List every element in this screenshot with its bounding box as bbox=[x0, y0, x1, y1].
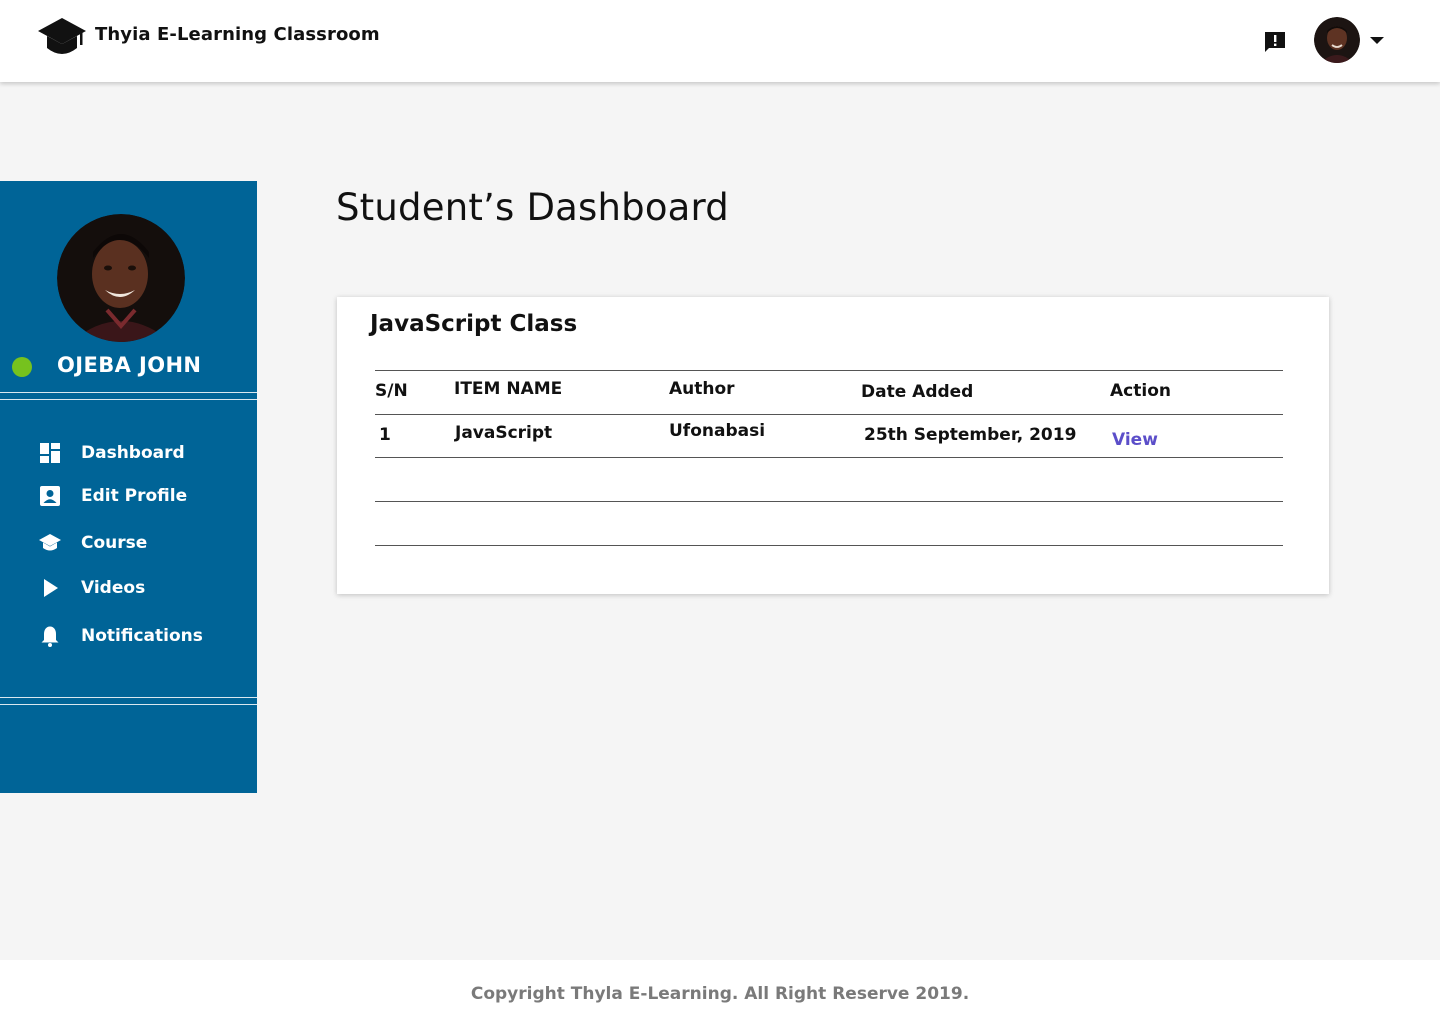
sidebar-item-videos[interactable]: Videos bbox=[38, 576, 145, 600]
cell-author: Ufonabasi bbox=[669, 421, 766, 441]
play-icon bbox=[44, 579, 58, 597]
sidebar-item-dashboard[interactable]: Dashboard bbox=[38, 441, 185, 465]
sidebar-divider bbox=[0, 399, 257, 400]
sidebar: OJEBA JOHN Dashboard Edit Profile Course… bbox=[0, 181, 257, 793]
bell-icon bbox=[41, 626, 59, 647]
user-avatar[interactable] bbox=[1314, 17, 1360, 63]
brand[interactable]: Thyia E-Learning Classroom bbox=[36, 16, 380, 60]
sidebar-item-notifications[interactable]: Notifications bbox=[38, 624, 203, 648]
sidebar-item-course[interactable]: Course bbox=[38, 531, 147, 555]
chevron-down-icon[interactable] bbox=[1368, 34, 1386, 46]
sidebar-divider bbox=[0, 392, 257, 393]
table-divider bbox=[375, 457, 1283, 458]
online-status-indicator bbox=[12, 357, 32, 377]
card-title: JavaScript Class bbox=[370, 311, 578, 337]
brand-title: Thyia E-Learning Classroom bbox=[95, 23, 380, 45]
avatar-photo bbox=[1314, 17, 1360, 63]
profile-card-icon bbox=[40, 486, 60, 506]
cell-item-name: JavaScript bbox=[455, 423, 553, 443]
cell-sn: 1 bbox=[379, 425, 391, 445]
profile-photo bbox=[57, 214, 185, 342]
sidebar-item-label: Dashboard bbox=[81, 443, 185, 463]
sidebar-divider bbox=[0, 697, 257, 698]
sidebar-item-label: Videos bbox=[81, 578, 146, 598]
top-header: Thyia E-Learning Classroom bbox=[0, 0, 1440, 82]
sidebar-item-label: Notifications bbox=[81, 626, 203, 646]
feedback-icon[interactable] bbox=[1263, 30, 1287, 54]
sidebar-divider bbox=[0, 704, 257, 705]
sidebar-item-label: Edit Profile bbox=[81, 486, 188, 506]
view-link[interactable]: View bbox=[1112, 430, 1158, 450]
copyright-text: Copyright Thyla E-Learning. All Right Re… bbox=[470, 984, 970, 1004]
table-divider bbox=[375, 370, 1283, 371]
cell-date-added: 25th September, 2019 bbox=[864, 425, 1077, 445]
user-name: OJEBA JOHN bbox=[57, 353, 202, 377]
table-divider bbox=[375, 545, 1283, 546]
dashboard-icon bbox=[40, 443, 60, 463]
footer: Copyright Thyla E-Learning. All Right Re… bbox=[0, 960, 1440, 1024]
table-divider bbox=[375, 501, 1283, 502]
column-header-date-added: Date Added bbox=[861, 382, 974, 402]
column-header-action: Action bbox=[1110, 381, 1171, 401]
column-header-author: Author bbox=[669, 379, 735, 399]
table-divider bbox=[375, 414, 1283, 415]
sidebar-item-edit-profile[interactable]: Edit Profile bbox=[38, 484, 187, 508]
column-header-item-name: ITEM NAME bbox=[454, 379, 563, 399]
graduation-cap-logo-icon bbox=[38, 18, 86, 54]
page-title: Student’s Dashboard bbox=[336, 186, 729, 229]
sidebar-item-label: Course bbox=[81, 533, 148, 553]
column-header-sn: S/N bbox=[375, 381, 408, 401]
class-card: JavaScript Class S/N ITEM NAME Author Da… bbox=[337, 297, 1329, 594]
graduation-cap-icon bbox=[39, 534, 61, 551]
